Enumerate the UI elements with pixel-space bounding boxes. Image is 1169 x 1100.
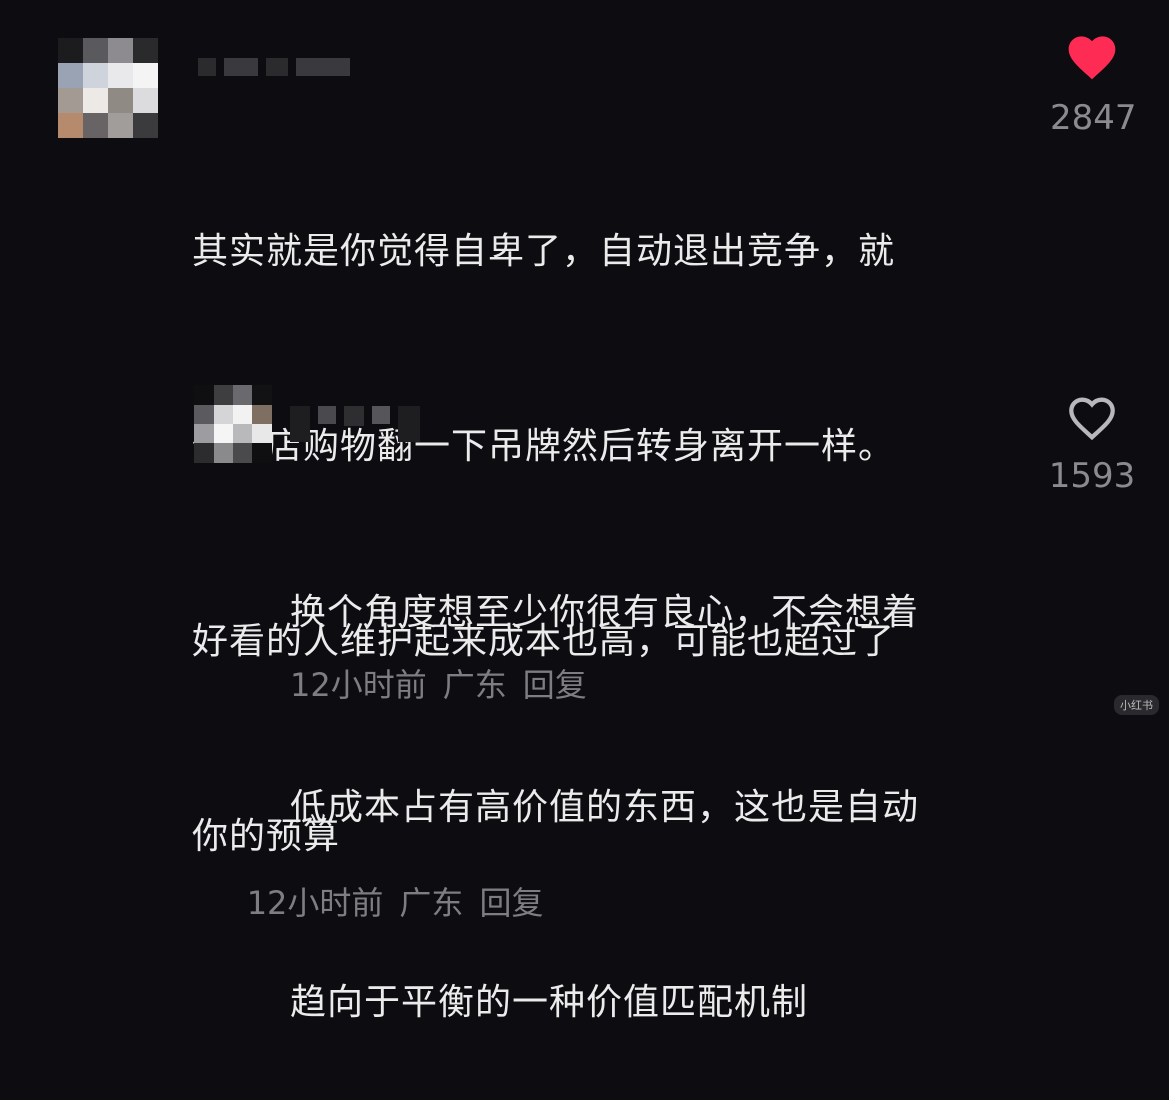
watermark-logo: 小红书: [1114, 695, 1159, 715]
like-button[interactable]: 1593: [1048, 392, 1136, 496]
comment-line: 其实就是你觉得自卑了，自动退出竞争，就: [192, 231, 896, 272]
comment-line: 换个角度想至少你很有良心，不会想着: [290, 592, 920, 633]
comment-body: 换个角度想至少你很有良心，不会想着 低成本占有高价值的东西，这也是自动 趋向于平…: [290, 450, 1030, 1100]
avatar[interactable]: [58, 38, 158, 138]
comment-location: 广东: [442, 666, 507, 704]
heart-outline-icon[interactable]: [1065, 392, 1119, 442]
comment-line: 低成本占有高价值的东西，这也是自动: [290, 787, 920, 828]
comment-meta: 12小时前 广东 回复: [290, 660, 603, 706]
avatar[interactable]: [194, 385, 272, 463]
comment-time: 12小时前: [290, 666, 427, 704]
like-button[interactable]: 2847: [1050, 30, 1137, 138]
heart-filled-icon[interactable]: [1064, 30, 1120, 82]
comment-line: 趋向于平衡的一种价值匹配机制: [290, 982, 809, 1023]
like-count: 2847: [1050, 98, 1137, 138]
username[interactable]: [198, 58, 350, 76]
reply-button[interactable]: 回复: [523, 666, 587, 704]
like-count: 1593: [1048, 456, 1136, 496]
username[interactable]: [290, 406, 420, 442]
